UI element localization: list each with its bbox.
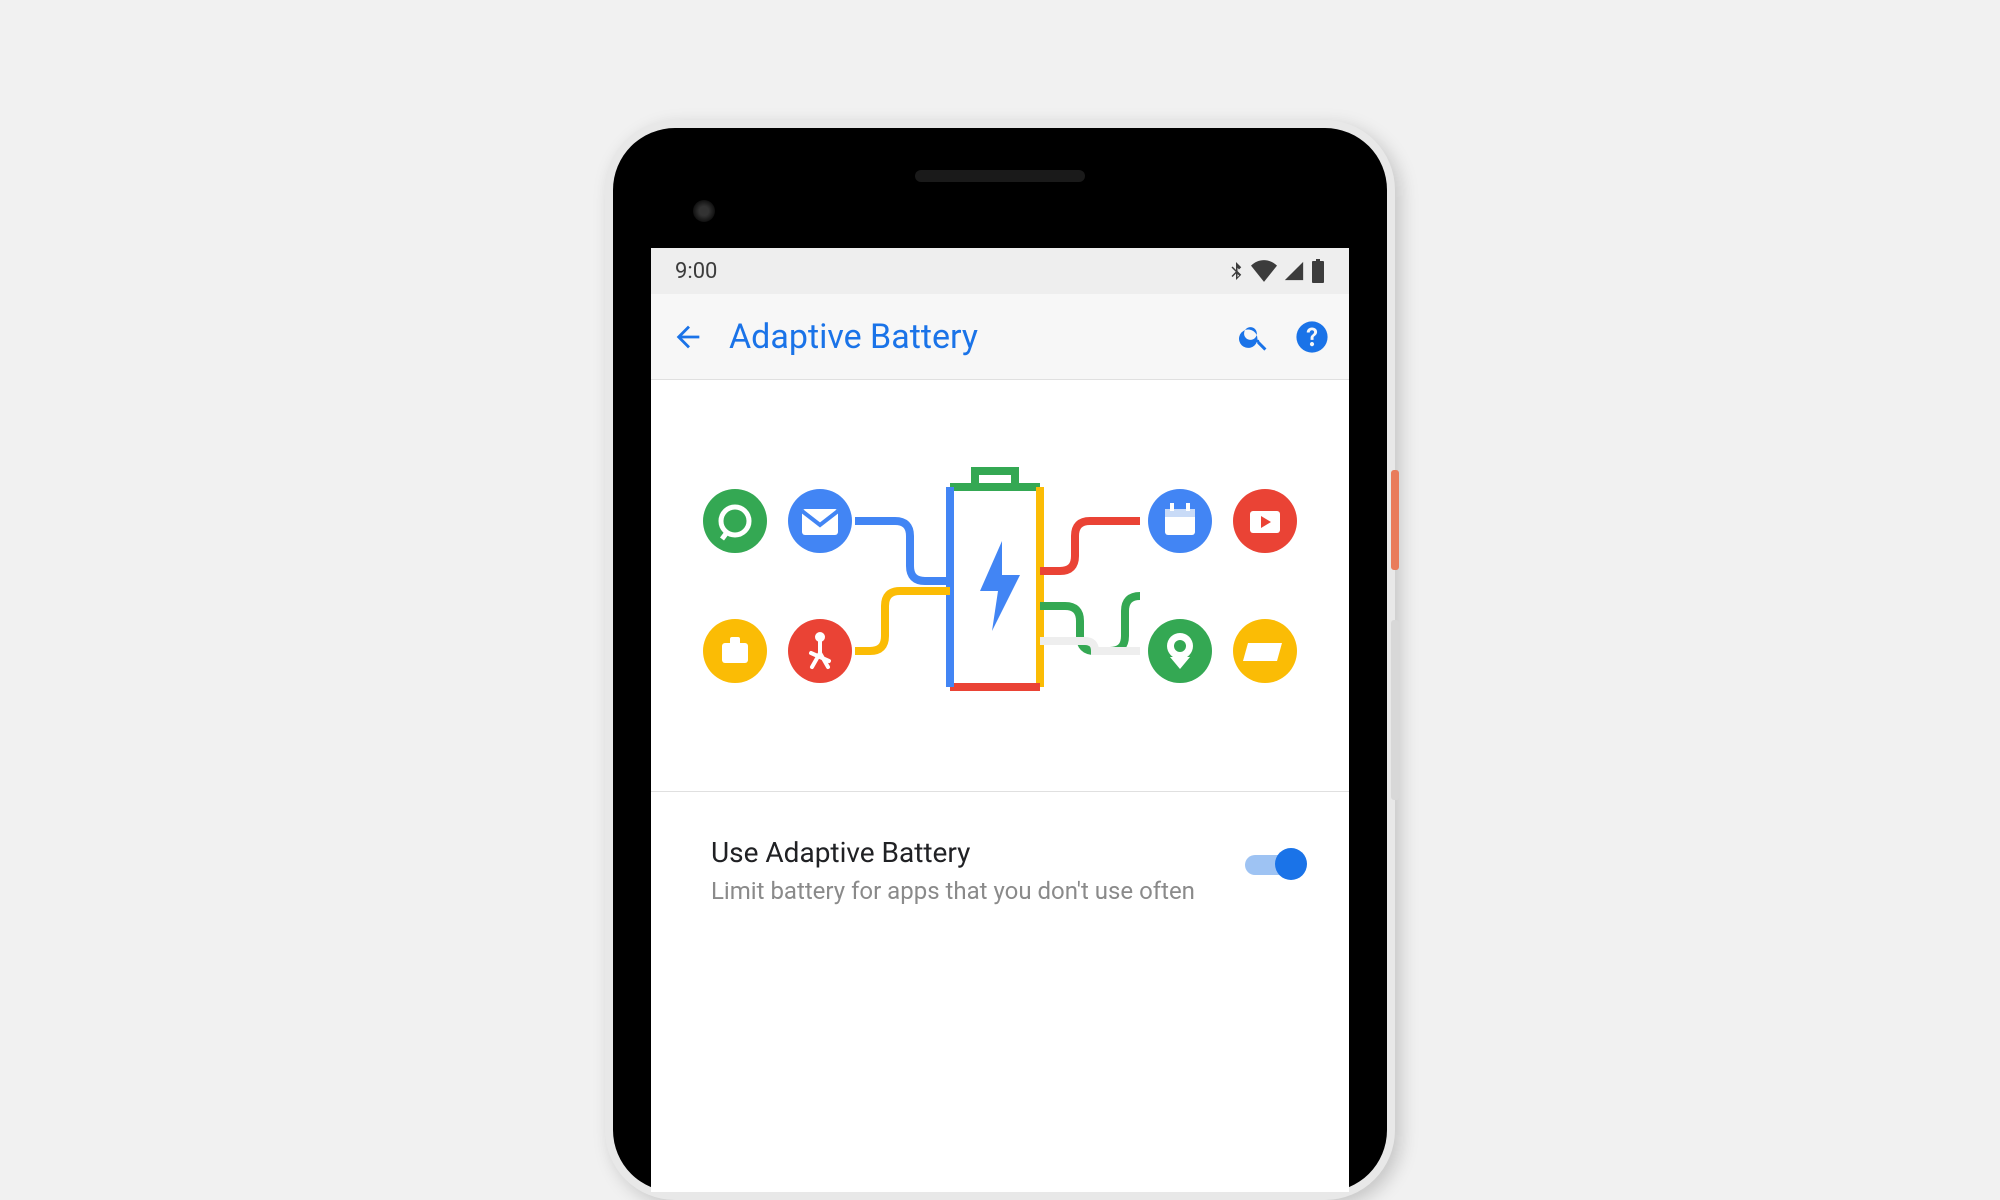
phone-power-button	[1391, 470, 1399, 570]
phone-screen: 9:00 Adaptive Battery	[651, 248, 1349, 1192]
battery-icon	[1311, 259, 1325, 283]
toggle-thumb	[1275, 848, 1307, 880]
phone-frame: 9:00 Adaptive Battery	[605, 120, 1395, 1200]
adaptive-battery-illustration	[651, 380, 1349, 792]
adaptive-battery-setting-row[interactable]: Use Adaptive Battery Limit battery for a…	[651, 792, 1349, 907]
setting-text: Use Adaptive Battery Limit battery for a…	[711, 836, 1245, 907]
phone-speaker	[915, 170, 1085, 182]
bluetooth-icon	[1227, 258, 1245, 284]
phone-bezel: 9:00 Adaptive Battery	[613, 128, 1387, 1192]
setting-title: Use Adaptive Battery	[711, 836, 1215, 869]
search-button[interactable]	[1237, 320, 1271, 354]
status-bar: 9:00	[651, 248, 1349, 294]
status-icons	[1227, 258, 1325, 284]
cellular-icon	[1283, 260, 1305, 282]
status-time: 9:00	[675, 259, 717, 284]
phone-front-camera	[693, 200, 715, 222]
adaptive-battery-toggle[interactable]	[1245, 846, 1303, 882]
help-button[interactable]	[1295, 320, 1329, 354]
phone-volume-button	[1391, 620, 1399, 800]
search-icon	[1237, 320, 1271, 354]
battery-apps-illustration-icon	[680, 451, 1320, 721]
setting-subtitle: Limit battery for apps that you don't us…	[711, 875, 1215, 907]
page-title: Adaptive Battery	[729, 317, 1213, 357]
wifi-icon	[1251, 260, 1277, 282]
back-button[interactable]	[671, 320, 705, 354]
app-bar: Adaptive Battery	[651, 294, 1349, 380]
arrow-back-icon	[671, 320, 705, 354]
help-icon	[1295, 320, 1329, 354]
